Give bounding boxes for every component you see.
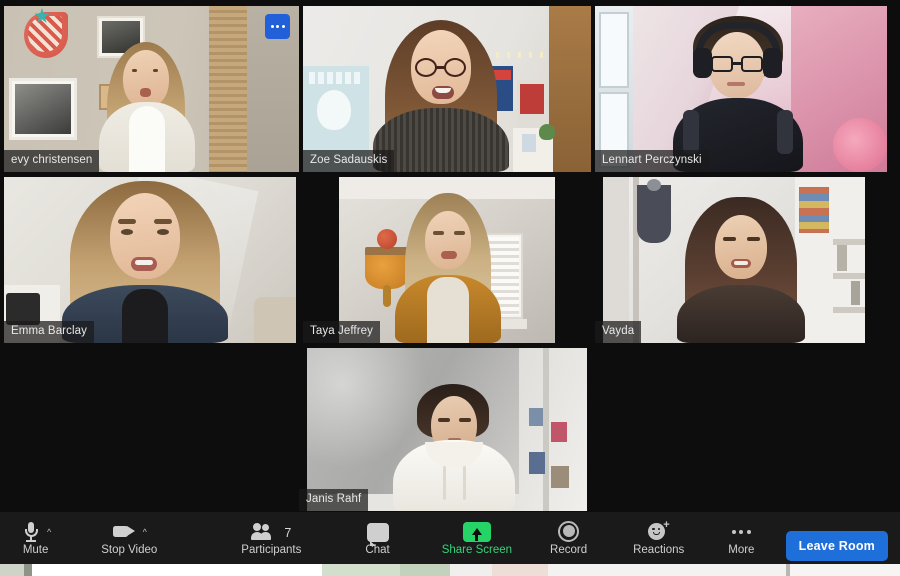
scene-art bbox=[4, 6, 299, 172]
video-tile-evy-christensen[interactable]: evy christensen bbox=[4, 6, 299, 172]
video-camera-icon bbox=[112, 520, 138, 542]
reactions-label: Reactions bbox=[633, 543, 685, 556]
scene-art bbox=[307, 348, 587, 511]
record-button[interactable]: Record bbox=[544, 512, 593, 564]
desktop-segment bbox=[492, 564, 548, 576]
share-screen-label: Share Screen bbox=[441, 543, 513, 556]
mute-label: Mute bbox=[22, 543, 49, 556]
participants-icon bbox=[251, 522, 277, 542]
desktop-segment bbox=[322, 564, 400, 576]
participants-count: 7 bbox=[284, 525, 292, 540]
video-feed: evy christensen bbox=[4, 6, 299, 172]
stop-video-button[interactable]: ^ Stop Video bbox=[95, 512, 163, 564]
desktop-segment bbox=[790, 564, 900, 576]
video-tile-vayda[interactable]: Vayda bbox=[595, 177, 887, 343]
video-tile-janis-rahf[interactable]: Janis Rahf bbox=[299, 348, 595, 511]
more-label: More bbox=[728, 543, 755, 556]
video-tile-lennart-perczynski[interactable]: Lennart Perczynski bbox=[595, 6, 887, 172]
video-feed: Taya Jeffrey bbox=[303, 177, 591, 343]
participants-label: Participants bbox=[241, 543, 302, 556]
more-button[interactable]: More bbox=[722, 512, 760, 564]
meeting-toolbar: ^ Mute ^ Stop Video 7 Participants Chat … bbox=[0, 512, 900, 564]
participant-name-label: evy christensen bbox=[4, 149, 100, 172]
video-tile-taya-jeffrey[interactable]: Taya Jeffrey bbox=[303, 177, 591, 343]
zoom-meeting-window: evy christensen Zoe Sadauskis Lennart Pe… bbox=[0, 0, 900, 576]
participant-name-label: Taya Jeffrey bbox=[303, 320, 380, 343]
desktop-segment bbox=[548, 564, 786, 576]
more-options-icon[interactable] bbox=[265, 14, 290, 39]
chat-bubble-icon bbox=[366, 522, 389, 546]
participant-name-label: Vayda bbox=[595, 320, 642, 343]
video-feed: Zoe Sadauskis bbox=[303, 6, 591, 172]
share-screen-icon bbox=[462, 521, 491, 542]
desktop-segment bbox=[24, 564, 32, 576]
background-desktop-strip bbox=[0, 564, 900, 576]
scene-art bbox=[339, 177, 555, 343]
record-label: Record bbox=[550, 543, 588, 556]
more-icon bbox=[730, 522, 752, 542]
participant-name-label: Emma Barclay bbox=[4, 320, 94, 343]
chat-label: Chat bbox=[365, 543, 390, 556]
chevron-up-icon[interactable]: ^ bbox=[47, 527, 51, 537]
chat-button[interactable]: Chat bbox=[359, 512, 395, 564]
video-tile-zoe-sadauskis[interactable]: Zoe Sadauskis bbox=[303, 6, 591, 172]
chevron-up-icon[interactable]: ^ bbox=[143, 527, 147, 537]
scene-art bbox=[303, 6, 591, 172]
video-gallery: evy christensen Zoe Sadauskis Lennart Pe… bbox=[0, 0, 900, 512]
microphone-icon bbox=[20, 520, 42, 542]
video-feed: Janis Rahf bbox=[299, 348, 595, 511]
mute-button[interactable]: ^ Mute bbox=[14, 512, 57, 564]
leave-room-button[interactable]: Leave Room bbox=[785, 531, 888, 561]
desktop-segment bbox=[0, 564, 24, 576]
video-tile-emma-barclay[interactable]: Emma Barclay bbox=[4, 177, 296, 343]
scene-art bbox=[4, 177, 296, 343]
participant-name-label: Lennart Perczynski bbox=[595, 149, 709, 172]
desktop-segment bbox=[32, 564, 322, 576]
record-icon bbox=[558, 520, 580, 542]
scene-art bbox=[603, 177, 865, 343]
video-feed: Emma Barclay bbox=[4, 177, 296, 343]
share-screen-button[interactable]: Share Screen bbox=[436, 512, 518, 564]
video-feed: Vayda bbox=[595, 177, 887, 343]
desktop-segment bbox=[450, 564, 492, 576]
desktop-segment bbox=[400, 564, 450, 576]
reactions-button[interactable]: + Reactions bbox=[627, 512, 690, 564]
scene-art bbox=[595, 6, 887, 172]
reactions-icon: + bbox=[647, 519, 670, 542]
participants-button[interactable]: 7 Participants bbox=[235, 512, 307, 564]
participant-name-label: Janis Rahf bbox=[299, 488, 369, 511]
stop-video-label: Stop Video bbox=[101, 543, 158, 556]
participant-name-label: Zoe Sadauskis bbox=[303, 149, 395, 172]
video-feed: Lennart Perczynski bbox=[595, 6, 887, 172]
